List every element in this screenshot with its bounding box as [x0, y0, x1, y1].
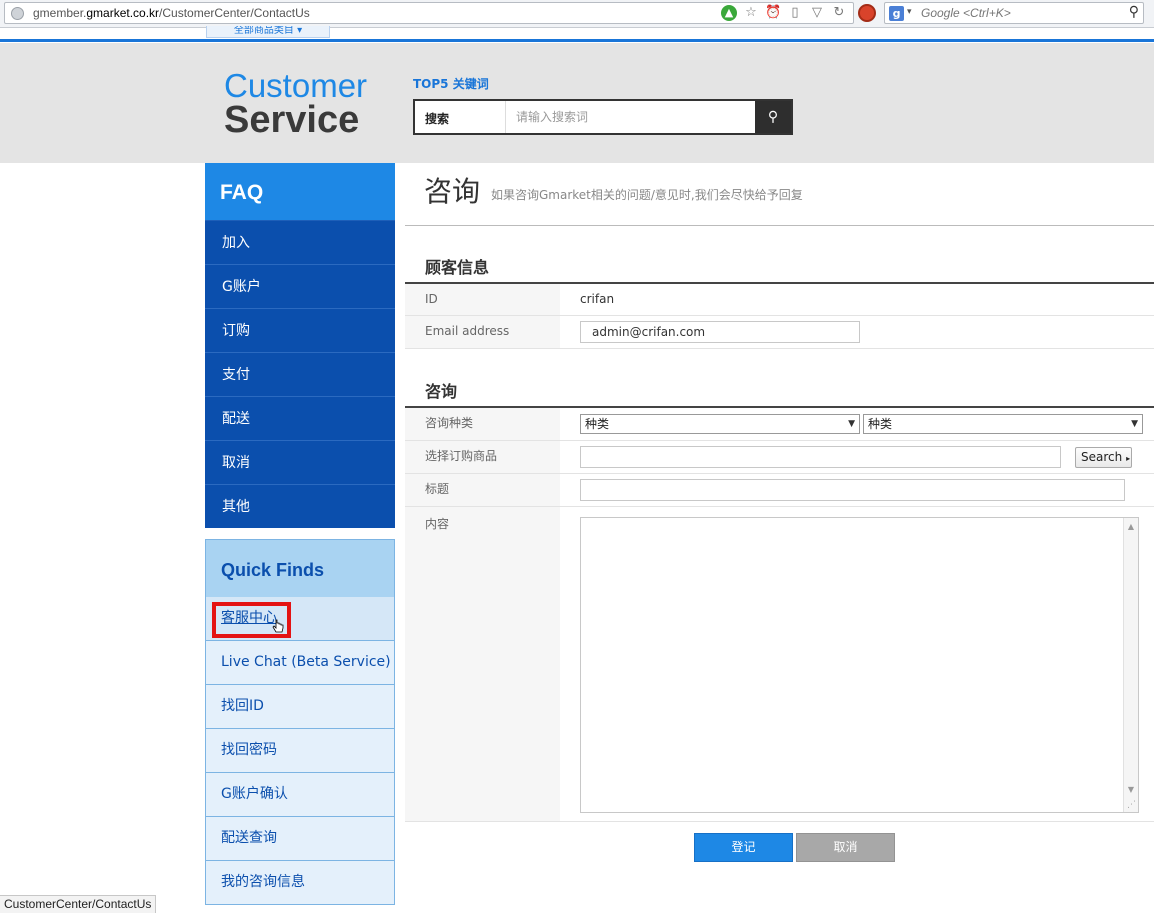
email-field[interactable]: admin@crifan.com	[580, 321, 860, 343]
url-text[interactable]: gmember.gmarket.co.kr/CustomerCenter/Con…	[33, 6, 310, 20]
chevron-down-icon: ▼	[848, 419, 855, 429]
subject-row: 标题	[405, 474, 1154, 507]
quick-item-find-password[interactable]: 找回密码	[205, 729, 395, 773]
product-row: 选择订购商品 Search ▸	[405, 441, 1154, 474]
faq-item-payment[interactable]: 支付	[205, 352, 395, 396]
faq-item-order[interactable]: 订购	[205, 308, 395, 352]
site-search-input[interactable]	[505, 101, 755, 133]
browser-toolbar: gmember.gmarket.co.kr/CustomerCenter/Con…	[0, 0, 1154, 28]
mobile-icon[interactable]: ▯	[787, 5, 803, 21]
faq-item-g-account[interactable]: G账户	[205, 264, 395, 308]
quick-finds-header: Quick Finds	[205, 539, 395, 598]
quick-finds-title: Quick Finds	[221, 560, 325, 580]
go-icon[interactable]: ▲	[721, 5, 737, 21]
site-search-label: 搜索	[425, 112, 450, 126]
scroll-up-icon[interactable]: ▲	[1128, 522, 1134, 531]
cancel-button[interactable]: 取消	[796, 833, 895, 862]
site-header: Customer Service TOP5 关键词 搜索 ⚲	[0, 43, 1154, 163]
dropdown-arrow-icon[interactable]: ▽	[809, 5, 825, 21]
title-divider	[405, 225, 1154, 226]
status-bar: CustomerCenter/ContactUs	[0, 895, 157, 913]
product-label: 选择订购商品	[405, 441, 560, 473]
quick-item-delivery-tracking[interactable]: 配送查询	[205, 817, 395, 861]
id-value: crifan	[580, 292, 615, 306]
quick-item-g-account-verify[interactable]: G账户确认	[205, 773, 395, 817]
faq-item-cancel[interactable]: 取消	[205, 440, 395, 484]
content-row: 内容 ▲ ▼ ⋰	[405, 507, 1154, 822]
subject-label: 标题	[405, 474, 560, 506]
email-row: Email address admin@crifan.com	[405, 316, 1154, 349]
browser-search-box[interactable]: g ▾ Google <Ctrl+K> ⚲	[884, 2, 1144, 24]
site-search-box: 搜索 ⚲	[413, 99, 793, 135]
inquiry-type-row: 咨询种类 种类 ▼ 种类 ▼	[405, 408, 1154, 441]
quick-item-service-center[interactable]: 客服中心	[205, 597, 395, 641]
top-nav-strip: 全部商品类目 ▾	[0, 26, 1154, 42]
content-textarea[interactable]: ▲ ▼ ⋰	[580, 517, 1139, 813]
inquiry-type-select-2[interactable]: 种类 ▼	[863, 414, 1143, 434]
submit-button[interactable]: 登记	[694, 833, 793, 862]
quick-finds-menu: 客服中心 Live Chat (Beta Service) 找回ID 找回密码 …	[205, 597, 395, 905]
product-search-button[interactable]: Search ▸	[1075, 447, 1132, 468]
page-subtitle: 如果咨询Gmarket相关的问题/意见时,我们会尽快给予回复	[491, 188, 803, 202]
engine-dropdown-icon[interactable]: ▾	[907, 7, 912, 17]
email-label: Email address	[405, 316, 560, 348]
chevron-down-icon: ▼	[1131, 419, 1138, 429]
hand-cursor-icon	[272, 619, 284, 633]
content-label: 内容	[405, 507, 560, 821]
inquiry-type-label: 咨询种类	[405, 408, 560, 440]
subject-field[interactable]	[580, 479, 1125, 501]
page-title: 咨询	[424, 175, 481, 208]
search-icon[interactable]: ⚲	[1129, 4, 1139, 20]
faq-item-other[interactable]: 其他	[205, 484, 395, 528]
quick-item-find-id[interactable]: 找回ID	[205, 685, 395, 729]
product-field[interactable]	[580, 446, 1061, 468]
alarm-clock-icon[interactable]: ⏰	[765, 5, 781, 21]
resize-grip-icon[interactable]: ⋰	[1127, 800, 1136, 810]
inquiry-heading: 咨询	[425, 382, 458, 401]
inquiry-type-select-1-value: 种类	[585, 417, 610, 431]
site-identity-icon[interactable]	[11, 7, 24, 20]
addon-icon[interactable]	[858, 4, 876, 22]
logo-service[interactable]: Service	[224, 100, 359, 140]
quick-item-my-inquiries[interactable]: 我的咨询信息	[205, 861, 395, 905]
top5-keywords-link[interactable]: TOP5 关键词	[413, 75, 489, 92]
scroll-down-icon[interactable]: ▼	[1128, 785, 1134, 794]
browser-search-placeholder: Google <Ctrl+K>	[921, 6, 1011, 20]
textarea-scrollbar[interactable]: ▲ ▼	[1123, 518, 1138, 812]
product-search-button-label: Search	[1081, 450, 1123, 464]
bookmark-star-icon[interactable]: ☆	[743, 5, 759, 21]
quick-item-live-chat[interactable]: Live Chat (Beta Service)	[205, 641, 395, 685]
faq-item-delivery[interactable]: 配送	[205, 396, 395, 440]
address-bar[interactable]: gmember.gmarket.co.kr/CustomerCenter/Con…	[4, 2, 854, 24]
customer-info-heading: 顾客信息	[425, 258, 490, 277]
logo-customer[interactable]: Customer	[224, 69, 367, 103]
faq-item-join[interactable]: 加入	[205, 220, 395, 264]
google-icon[interactable]: g	[889, 6, 904, 21]
address-bar-icons: ▲ ☆ ⏰ ▯ ▽ ↻	[721, 5, 847, 21]
site-search-button[interactable]: ⚲	[755, 101, 791, 133]
id-row: ID crifan	[405, 284, 1154, 316]
id-label: ID	[405, 284, 560, 315]
category-tab[interactable]: 全部商品类目 ▾	[206, 26, 330, 38]
caret-right-icon: ▸	[1126, 454, 1131, 463]
faq-title: FAQ	[220, 181, 264, 204]
faq-menu: 加入 G账户 订购 支付 配送 取消 其他	[205, 220, 395, 528]
inquiry-type-select-2-value: 种类	[868, 417, 893, 431]
inquiry-type-select-1[interactable]: 种类 ▼	[580, 414, 860, 434]
magnifier-icon: ⚲	[767, 109, 779, 125]
faq-header: FAQ	[205, 163, 395, 220]
reload-icon[interactable]: ↻	[831, 5, 847, 21]
